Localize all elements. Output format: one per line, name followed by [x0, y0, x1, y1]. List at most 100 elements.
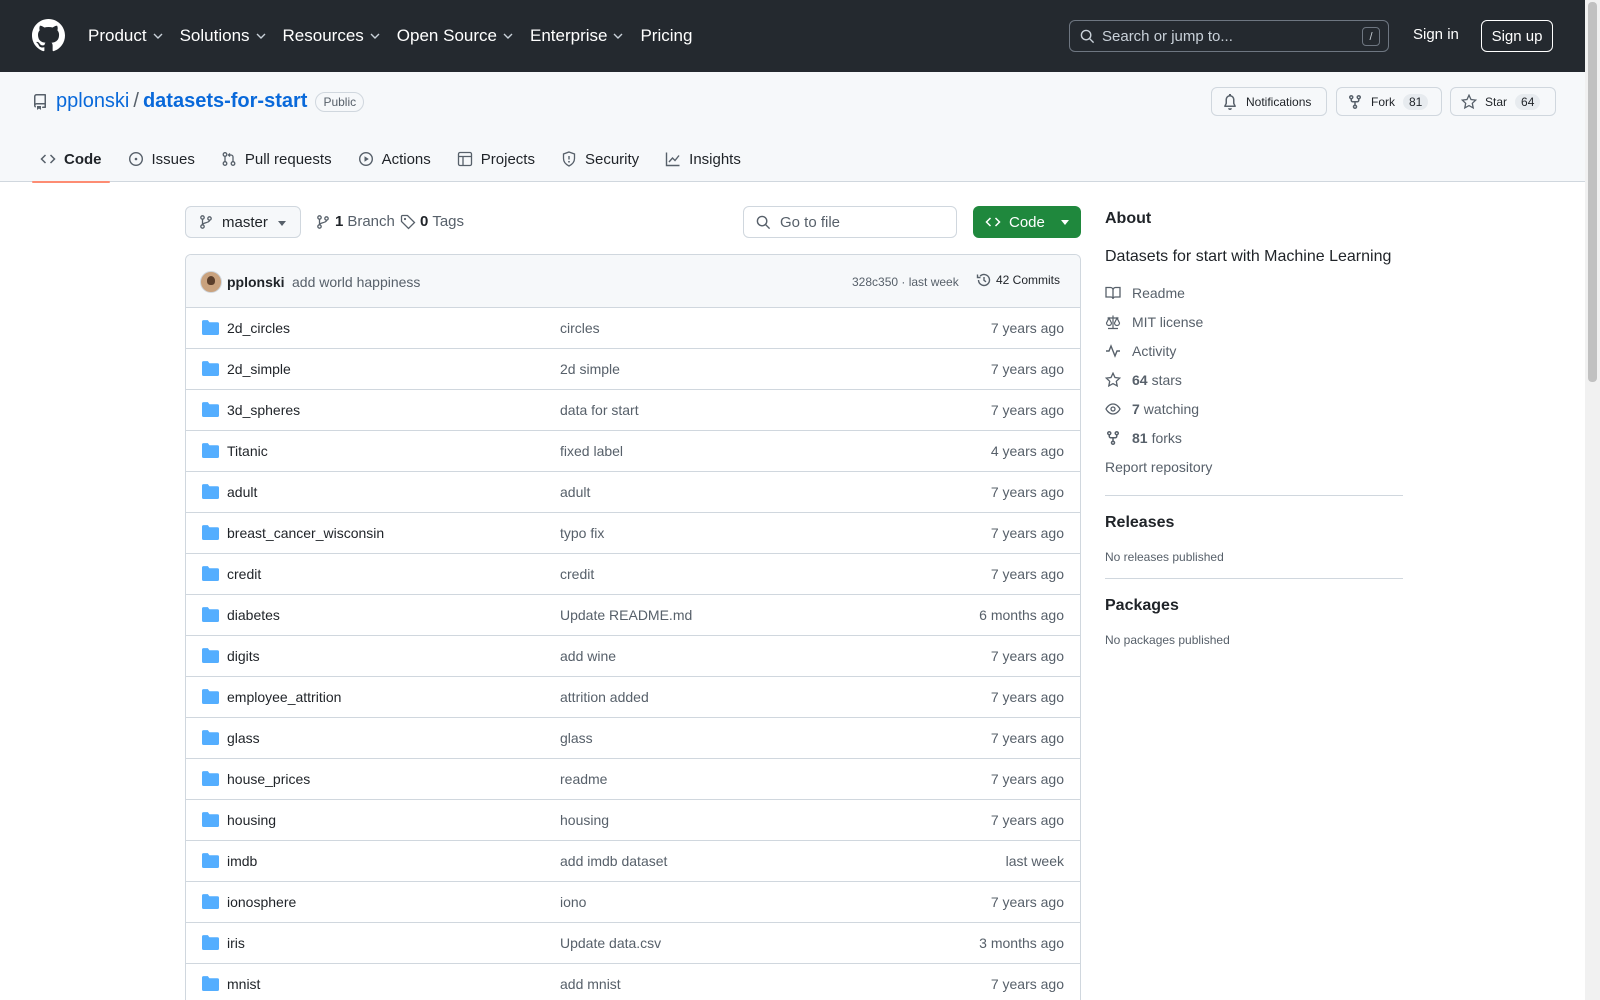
- file-commit-message[interactable]: adult: [560, 484, 590, 500]
- file-name-link[interactable]: glass: [227, 730, 260, 746]
- file-name-link[interactable]: mnist: [227, 976, 260, 992]
- file-commit-message[interactable]: add imdb dataset: [560, 853, 667, 869]
- file-commit-message[interactable]: add wine: [560, 648, 616, 664]
- file-name-link[interactable]: ionosphere: [227, 894, 296, 910]
- table-row[interactable]: iris Update data.csv 3 months ago: [186, 923, 1080, 964]
- nav-solutions[interactable]: Solutions: [180, 26, 267, 46]
- tab-code[interactable]: Code: [32, 136, 110, 183]
- table-row[interactable]: imdb add imdb dataset last week: [186, 841, 1080, 882]
- branch-select-button[interactable]: master: [185, 206, 301, 238]
- fork-button[interactable]: Fork 81: [1336, 87, 1442, 116]
- table-row[interactable]: glass glass 7 years ago: [186, 718, 1080, 759]
- file-name-link[interactable]: 2d_simple: [227, 361, 291, 377]
- table-row[interactable]: credit credit 7 years ago: [186, 554, 1080, 595]
- file-commit-message[interactable]: iono: [560, 894, 586, 910]
- branches-link[interactable]: 1 Branch: [315, 213, 395, 230]
- table-row[interactable]: adult adult 7 years ago: [186, 472, 1080, 513]
- packages-heading[interactable]: Packages: [1105, 597, 1403, 615]
- tab-pull-requests[interactable]: Pull requests: [213, 136, 340, 182]
- table-row[interactable]: 2d_circles circles 7 years ago: [186, 308, 1080, 349]
- github-logo-icon[interactable]: [32, 19, 65, 52]
- table-row[interactable]: digits add wine 7 years ago: [186, 636, 1080, 677]
- search-input[interactable]: Search or jump to... /: [1069, 20, 1389, 52]
- sign-in-link[interactable]: Sign in: [1413, 26, 1459, 43]
- activity-link[interactable]: Activity: [1105, 336, 1403, 365]
- file-name-link[interactable]: credit: [227, 566, 261, 582]
- table-row[interactable]: ionosphere iono 7 years ago: [186, 882, 1080, 923]
- commit-hash-time[interactable]: 328c350 · last week: [852, 275, 959, 289]
- file-name-link[interactable]: 3d_spheres: [227, 402, 300, 418]
- tags-link[interactable]: 0 Tags: [400, 213, 464, 230]
- forks-link[interactable]: 81 forks: [1105, 423, 1403, 452]
- nav-resources[interactable]: Resources: [283, 26, 381, 46]
- tab-insights[interactable]: Insights: [657, 136, 749, 182]
- file-commit-message[interactable]: attrition added: [560, 689, 649, 705]
- stars-label: stars: [1151, 371, 1182, 388]
- tab-security[interactable]: Security: [553, 136, 647, 182]
- folder-icon: [202, 443, 219, 458]
- file-commit-message[interactable]: housing: [560, 812, 609, 828]
- file-name-link[interactable]: adult: [227, 484, 257, 500]
- nav-open-source[interactable]: Open Source: [397, 26, 514, 46]
- table-row[interactable]: housing housing 7 years ago: [186, 800, 1080, 841]
- notifications-button[interactable]: Notifications: [1211, 87, 1327, 116]
- scrollbar-thumb[interactable]: [1588, 2, 1597, 382]
- tab-issues[interactable]: Issues: [120, 136, 203, 182]
- nav-product[interactable]: Product: [88, 26, 164, 46]
- sign-up-button[interactable]: Sign up: [1481, 20, 1553, 52]
- commit-message[interactable]: add world happiness: [292, 274, 420, 290]
- commit-author[interactable]: pplonski: [227, 274, 285, 290]
- nav-pricing[interactable]: Pricing: [640, 26, 692, 46]
- file-name-link[interactable]: employee_attrition: [227, 689, 341, 705]
- license-link[interactable]: MIT license: [1105, 307, 1403, 336]
- nav-enterprise[interactable]: Enterprise: [530, 26, 624, 46]
- chevron-down-icon: [153, 33, 163, 39]
- tab-projects[interactable]: Projects: [449, 136, 543, 182]
- code-button[interactable]: Code: [973, 206, 1081, 238]
- table-row[interactable]: house_prices readme 7 years ago: [186, 759, 1080, 800]
- tab-actions[interactable]: Actions: [350, 136, 439, 182]
- table-row[interactable]: mnist add mnist 7 years ago: [186, 964, 1080, 1000]
- file-commit-message[interactable]: add mnist: [560, 976, 621, 992]
- file-commit-age: 7 years ago: [990, 484, 1064, 500]
- repo-owner-link[interactable]: pplonski: [56, 90, 129, 113]
- file-commit-message[interactable]: Update data.csv: [560, 935, 661, 951]
- file-name-link[interactable]: digits: [227, 648, 260, 664]
- folder-icon: [202, 402, 219, 417]
- search-icon: [1080, 29, 1095, 44]
- avatar[interactable]: [200, 271, 222, 293]
- folder-icon: [202, 853, 219, 868]
- watching-link[interactable]: 7 watching: [1105, 394, 1403, 423]
- readme-link[interactable]: Readme: [1105, 278, 1403, 307]
- table-row[interactable]: 2d_simple 2d simple 7 years ago: [186, 349, 1080, 390]
- file-commit-message[interactable]: readme: [560, 771, 607, 787]
- file-commit-message[interactable]: data for start: [560, 402, 639, 418]
- stars-link[interactable]: 64 stars: [1105, 365, 1403, 394]
- file-name-link[interactable]: imdb: [227, 853, 257, 869]
- table-row[interactable]: 3d_spheres data for start 7 years ago: [186, 390, 1080, 431]
- file-commit-message[interactable]: glass: [560, 730, 593, 746]
- table-row[interactable]: employee_attrition attrition added 7 years…: [186, 677, 1080, 718]
- table-row[interactable]: diabetes Update README.md 6 months ago: [186, 595, 1080, 636]
- table-row[interactable]: breast_cancer_wisconsin typo fix 7 years a…: [186, 513, 1080, 554]
- file-name-link[interactable]: iris: [227, 935, 245, 951]
- table-row[interactable]: Titanic fixed label 4 years ago: [186, 431, 1080, 472]
- file-commit-message[interactable]: credit: [560, 566, 594, 582]
- file-commit-message[interactable]: Update README.md: [560, 607, 692, 623]
- file-name-link[interactable]: diabetes: [227, 607, 280, 623]
- file-name-link[interactable]: house_prices: [227, 771, 310, 787]
- commits-link[interactable]: 42 Commits: [976, 272, 1060, 288]
- file-commit-message[interactable]: circles: [560, 320, 600, 336]
- releases-heading[interactable]: Releases: [1105, 514, 1403, 532]
- star-button[interactable]: Star 64: [1450, 87, 1556, 116]
- file-name-link[interactable]: 2d_circles: [227, 320, 290, 336]
- file-name-link[interactable]: housing: [227, 812, 276, 828]
- report-repository-link[interactable]: Report repository: [1105, 452, 1403, 481]
- file-commit-message[interactable]: 2d simple: [560, 361, 620, 377]
- file-name-link[interactable]: breast_cancer_wisconsin: [227, 525, 384, 541]
- file-name-link[interactable]: Titanic: [227, 443, 268, 459]
- go-to-file-input[interactable]: Go to file: [743, 206, 957, 238]
- repo-name-link[interactable]: datasets-for-start: [143, 90, 307, 113]
- file-commit-message[interactable]: typo fix: [560, 525, 604, 541]
- file-commit-message[interactable]: fixed label: [560, 443, 623, 459]
